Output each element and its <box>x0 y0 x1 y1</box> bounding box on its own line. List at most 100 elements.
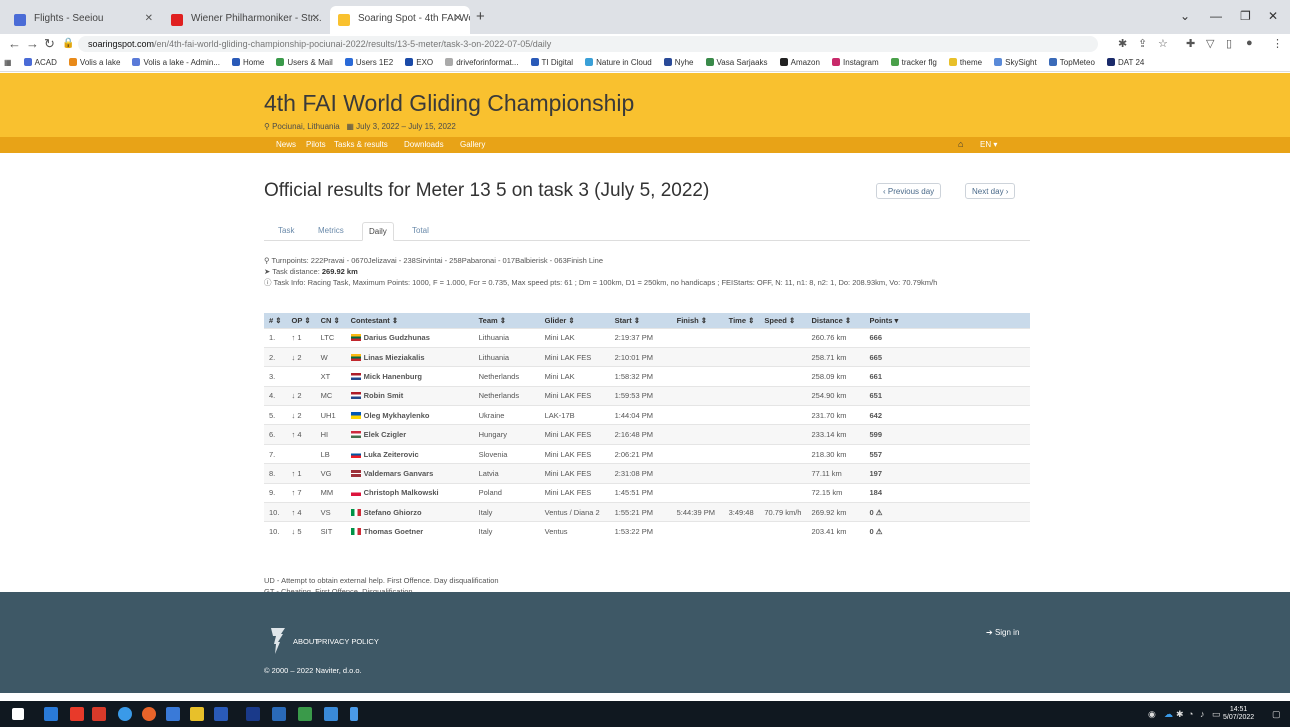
bookmark-item[interactable]: Nature in Cloud <box>585 58 652 67</box>
network-icon[interactable]: ◉ <box>1148 709 1156 720</box>
bookmark-item[interactable]: Volis a lake - Admin... <box>132 58 220 67</box>
file-explorer-icon[interactable] <box>190 707 204 721</box>
cell-cn[interactable]: LTC <box>315 327 346 348</box>
bookmark-item[interactable]: Amazon <box>779 58 820 67</box>
share-icon[interactable]: ⇪ <box>1138 37 1147 50</box>
teams-icon[interactable] <box>324 707 338 721</box>
table-row[interactable]: 3. XT Mick Hanenburg Netherlands Mini LAK 1:5… <box>264 366 1030 387</box>
column-speed[interactable]: Speed ⇕ <box>759 313 807 328</box>
cell-cn[interactable]: MC <box>315 385 346 406</box>
bluetooth-icon[interactable]: ✱ <box>1176 709 1184 720</box>
penalty-warning-icon[interactable]: ⚠ <box>874 527 883 536</box>
acrobat-icon[interactable] <box>92 707 106 721</box>
nav-news[interactable]: News <box>276 140 296 149</box>
app-icon[interactable] <box>350 707 358 721</box>
cell-cn[interactable]: VG <box>315 463 346 484</box>
cell-contestant[interactable]: Oleg Mykhaylenko <box>345 405 474 425</box>
column-points[interactable]: Points ▾ <box>864 313 1030 328</box>
browser-tab-wiener[interactable]: Wiener Philharmoniker - Str... ✕ <box>163 6 328 34</box>
next-day-button[interactable]: Next day › <box>965 183 1016 199</box>
bookmark-item[interactable]: TI Digital <box>530 58 573 67</box>
bookmark-item[interactable]: ACAD <box>23 58 57 67</box>
store-icon[interactable] <box>246 707 260 721</box>
bookmark-item[interactable]: DAT 24 <box>1107 58 1144 67</box>
chevron-down-icon[interactable]: ⌄ <box>1180 9 1190 23</box>
cell-cn[interactable]: SIT <box>315 521 346 542</box>
cell-cn[interactable]: W <box>315 346 346 367</box>
browser-tab-flights[interactable]: Flights - Seeiou ✕ <box>6 6 161 34</box>
column-start[interactable]: Start ⇕ <box>609 313 672 328</box>
bookmark-item[interactable]: Users & Mail <box>276 58 333 67</box>
nav-tasks-results[interactable]: Tasks & results <box>334 140 388 149</box>
bookmark-item[interactable]: TopMeteo <box>1048 58 1095 67</box>
apps-icon[interactable]: ▦ <box>4 58 12 67</box>
keyboard-icon[interactable]: ▭ <box>1212 709 1221 720</box>
cell-contestant[interactable]: Elek Czigler <box>345 424 474 445</box>
column-glider[interactable]: Glider ⇕ <box>539 313 610 328</box>
minimize-icon[interactable]: — <box>1210 9 1222 23</box>
calendar-app-icon[interactable] <box>272 707 286 721</box>
extension-icon[interactable]: ✚ <box>1186 37 1195 50</box>
bookmark-item[interactable]: SkySight <box>994 58 1037 67</box>
bookmark-item[interactable]: driveforinformat... <box>445 58 518 67</box>
nav-gallery[interactable]: Gallery <box>460 140 485 149</box>
firefox-icon[interactable] <box>70 707 84 721</box>
cell-cn[interactable]: XT <box>315 366 346 387</box>
close-tab-icon[interactable]: ✕ <box>145 13 153 24</box>
url-input[interactable]: soaringspot.com/en/4th-fai-world-gliding… <box>78 36 1098 52</box>
cell-contestant[interactable]: Christoph Malkowski <box>345 482 474 503</box>
penalty-warning-icon[interactable]: ⚠ <box>874 508 883 517</box>
tab-task[interactable]: Task <box>272 222 300 241</box>
menu-dots-icon[interactable]: ⋮ <box>1272 37 1283 50</box>
table-row[interactable]: 1. ↑ 1 LTC Darius Gudzhunas Lithuania Mini LA… <box>264 327 1030 348</box>
profile-icon[interactable]: ● <box>1246 37 1253 49</box>
cell-cn[interactable]: HI <box>315 424 346 445</box>
nav-downloads[interactable]: Downloads <box>404 140 444 149</box>
sign-in-link[interactable]: ➔ Sign in <box>986 628 1019 637</box>
nav-pilots[interactable]: Pilots <box>306 140 326 149</box>
tab-metrics[interactable]: Metrics <box>312 222 350 241</box>
cell-contestant[interactable]: Darius Gudzhunas <box>345 327 474 348</box>
column-contestant[interactable]: Contestant ⇕ <box>345 313 474 328</box>
cell-contestant[interactable]: Linas Mieziakalis <box>345 346 474 367</box>
outlook-icon[interactable] <box>166 707 180 721</box>
cell-contestant[interactable]: Luka Zeiterovic <box>345 443 474 464</box>
column-cn[interactable]: CN ⇕ <box>315 313 346 328</box>
browser-tab-soaringspot[interactable]: Soaring Spot - 4th FAI World Gl... ✕ <box>330 6 470 34</box>
onedrive-icon[interactable]: ☁ <box>1164 709 1173 720</box>
home-icon[interactable]: ⌂ <box>958 139 963 149</box>
column-time[interactable]: Time ⇕ <box>723 313 760 328</box>
close-window-icon[interactable]: ✕ <box>1268 9 1278 23</box>
volume-icon[interactable]: ♪ <box>1200 709 1205 719</box>
cell-cn[interactable]: MM <box>315 482 346 503</box>
bookmark-item[interactable]: Users 1E2 <box>344 58 393 67</box>
previous-day-button[interactable]: ‹ Previous day <box>876 183 942 199</box>
bookmark-item[interactable]: Instagram <box>832 58 879 67</box>
forward-arrow-icon[interactable]: → <box>26 36 39 51</box>
close-tab-icon[interactable]: ✕ <box>454 13 462 24</box>
translate-icon[interactable]: ✱ <box>1118 37 1127 50</box>
notifications-icon[interactable]: ▢ <box>1272 709 1281 720</box>
excel-icon[interactable] <box>298 707 312 721</box>
windows-start-icon[interactable] <box>12 708 24 720</box>
plus-icon[interactable]: + <box>476 8 485 25</box>
language-selector[interactable]: EN ▾ <box>980 140 997 149</box>
wifi-icon[interactable]: ◔ <box>1188 709 1193 719</box>
bookmark-item[interactable]: theme <box>948 58 982 67</box>
cell-contestant[interactable]: Thomas Goetner <box>345 521 474 542</box>
cell-cn[interactable]: LB <box>315 443 346 464</box>
table-row[interactable]: 7. LB Luka Zeiterovic Slovenia Mini LAK FES 2… <box>264 443 1030 464</box>
table-row[interactable]: 6. ↑ 4 HI Elek Czigler Hungary Mini LAK FES 2:… <box>264 424 1030 445</box>
cell-cn[interactable]: VS <box>315 502 346 522</box>
cell-contestant[interactable]: Mick Hanenburg <box>345 366 474 387</box>
bookmark-item[interactable]: Nyhe <box>663 58 693 67</box>
cell-contestant[interactable]: Robin Smit <box>345 385 474 406</box>
privacy-policy-link[interactable]: PRIVACY POLICY <box>317 637 379 646</box>
column-finish[interactable]: Finish ⇕ <box>671 313 724 328</box>
close-tab-icon[interactable]: ✕ <box>312 13 320 24</box>
about-link[interactable]: ABOUT <box>293 637 319 646</box>
cell-contestant[interactable]: Valdemars Ganvars <box>345 463 474 484</box>
table-row[interactable]: 5. ↓ 2 UH1 Oleg Mykhaylenko Ukraine LAK-17B 1:… <box>264 405 1030 425</box>
bookmark-item[interactable]: EXO <box>405 58 433 67</box>
edge-icon[interactable] <box>118 707 132 721</box>
